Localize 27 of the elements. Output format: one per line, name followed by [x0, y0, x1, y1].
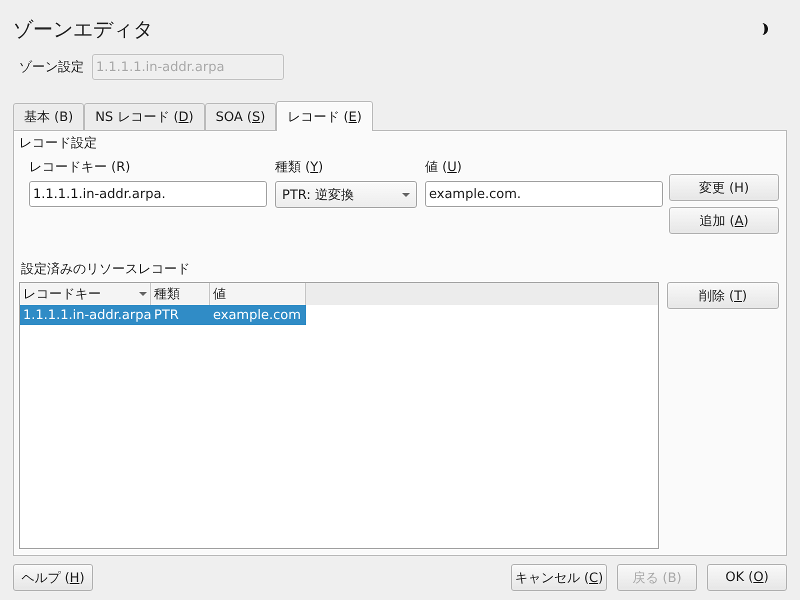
delete-button[interactable]: 削除 (T): [667, 282, 779, 309]
sort-caret-icon: [139, 292, 147, 296]
field-label: 種類 (Y): [275, 159, 324, 176]
tab[interactable]: SOA (S): [204, 103, 276, 130]
tab[interactable]: 基本 (B): [13, 103, 84, 130]
section-title: 設定済みのリソースレコード: [20, 261, 191, 278]
field-label: 値 (U): [425, 159, 463, 176]
column-header[interactable]: レコードキー: [20, 283, 151, 305]
type-dropdown[interactable]: PTR: 逆変換: [275, 181, 417, 208]
moon-icon: [761, 23, 771, 35]
zone-label: ゾーン設定: [19, 59, 84, 76]
dialog-button[interactable]: OK (O): [707, 564, 787, 591]
table-row[interactable]: 1.1.1.1.in-addr.arpa PTR example.com: [20, 305, 306, 325]
tab[interactable]: レコード (E): [276, 101, 373, 131]
caret-icon: [402, 192, 410, 196]
tab[interactable]: NS レコード (D): [84, 103, 205, 130]
dialog-button[interactable]: キャンセル (C): [511, 564, 607, 591]
record-key-field[interactable]: 1.1.1.1.in-addr.arpa.: [29, 181, 267, 207]
section-title: レコード設定: [19, 135, 98, 152]
value-field[interactable]: example.com.: [425, 181, 663, 207]
help-button[interactable]: ヘルプ (H): [13, 564, 93, 591]
window-title: ゾーンエディタ: [13, 16, 153, 42]
column-header[interactable]: 値: [210, 283, 306, 305]
side-button[interactable]: 変更 (H): [669, 174, 779, 201]
side-button[interactable]: 追加 (A): [669, 207, 779, 234]
column-header[interactable]: 種類: [151, 283, 210, 305]
field-label: レコードキー (R): [29, 159, 132, 176]
